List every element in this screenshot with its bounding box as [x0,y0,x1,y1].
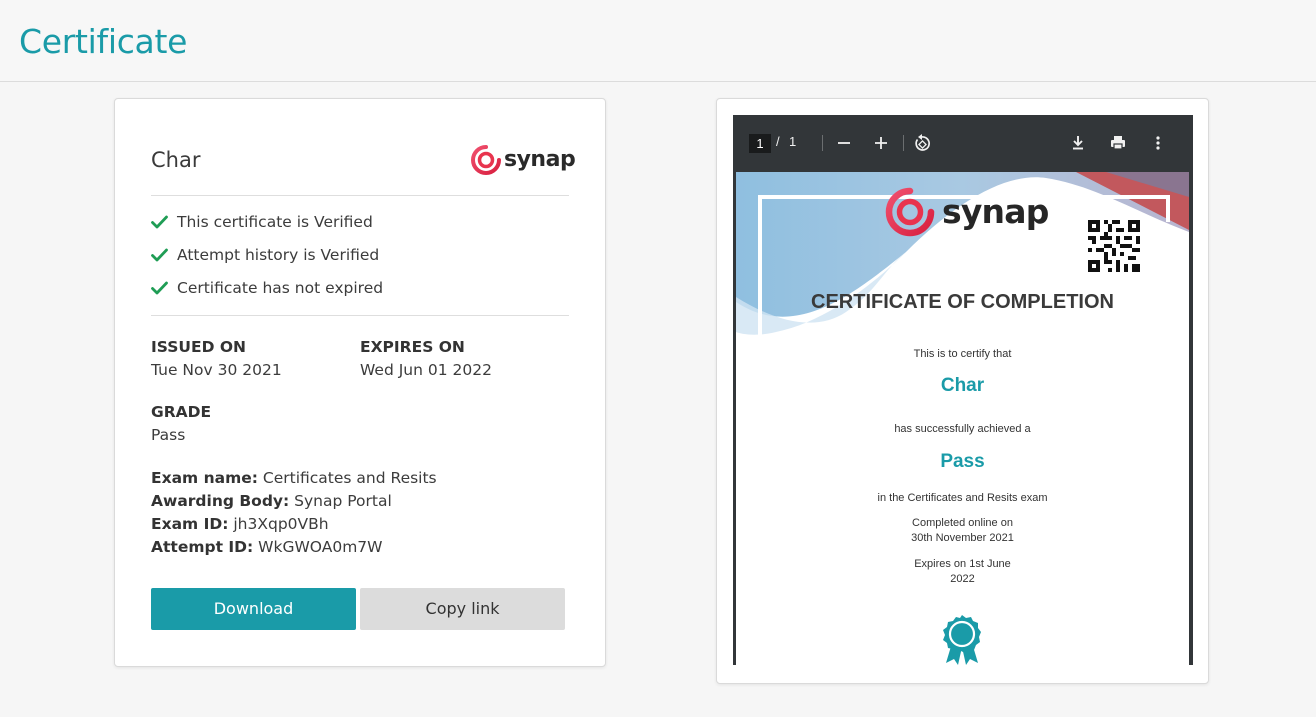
awarding-body-value: Synap Portal [294,492,392,510]
check-label: Attempt history is Verified [177,246,380,264]
exam-id-value: jh3Xqp0VBh [233,515,329,533]
toolbar-divider [903,135,904,151]
exam-text: in the Certificates and Resits exam [877,492,1048,504]
pdf-viewer[interactable]: 1 / 1 synap CERTIFICATE OF COMPLETION Th… [733,115,1193,665]
certificate-heading: CERTIFICATE OF COMPLETION [811,291,1114,313]
zoom-out-icon[interactable] [832,131,856,155]
certificate-page: synap CERTIFICATE OF COMPLETION This is … [736,172,1189,665]
attempt-id-row: Attempt ID: WkGWOA0m7W [151,538,382,556]
synap-logo: synap [471,143,576,177]
synap-logo-mark-icon [885,187,935,237]
toolbar-divider [822,135,823,151]
certificate-summary-card: Char synap This certificate is Verified … [114,98,606,667]
certificate-grade: Pass [940,451,985,472]
divider [151,195,569,196]
awarding-body-row: Awarding Body: Synap Portal [151,492,392,510]
check-icon [151,281,168,295]
completed-line-1: Completed online on [912,517,1013,529]
synap-logo-text: synap [504,147,576,172]
synap-logo-mark-icon [471,145,501,175]
check-icon [151,248,168,262]
expires-line-2: 2022 [950,573,975,585]
check-icon [151,215,168,229]
award-badge-icon [943,615,981,665]
awarding-body-label: Awarding Body: [151,492,290,510]
page-total: 1 [789,134,797,149]
expires-line-1: Expires on 1st June [914,558,1011,570]
certify-text: This is to certify that [913,348,1012,360]
more-vert-icon[interactable] [1146,131,1170,155]
page-separator: / [776,134,780,149]
header-bar: Certificate [0,0,1316,82]
page-number-input[interactable]: 1 [749,134,771,153]
grade-label: GRADE [151,403,212,421]
exam-id-label: Exam ID: [151,515,229,533]
issued-on-label: ISSUED ON [151,338,246,356]
copy-link-button[interactable]: Copy link [360,588,565,630]
download-icon[interactable] [1066,131,1090,155]
completed-line-2: 30th November 2021 [911,532,1014,544]
check-label: This certificate is Verified [177,213,373,231]
zoom-in-icon[interactable] [869,131,893,155]
qr-code-icon [1088,220,1140,272]
candidate-name: Char [151,148,201,172]
exam-name-value: Certificates and Resits [262,469,437,487]
attempt-id-value: WkGWOA0m7W [258,538,383,556]
certificate-recipient: Char [940,375,985,396]
exam-name-label: Exam name: [151,469,258,487]
pdf-toolbar: 1 / 1 [733,115,1193,172]
expires-on-label: EXPIRES ON [360,338,465,356]
divider [151,315,569,316]
exam-name-row: Exam name: Certificates and Resits [151,469,437,487]
attempt-id-label: Attempt ID: [151,538,254,556]
rotate-icon[interactable] [910,131,934,155]
grade-value: Pass [151,426,186,444]
certificate-logo-text: synap [942,192,1049,231]
certificate-preview-card: 1 / 1 synap CERTIFICATE OF COMPLETION Th… [716,98,1209,684]
certificate-synap-logo: synap [885,187,1049,237]
achieved-text: has successfully achieved a [894,423,1031,435]
check-label: Certificate has not expired [177,279,384,297]
page-title: Certificate [19,22,188,61]
exam-id-row: Exam ID: jh3Xqp0VBh [151,515,329,533]
print-icon[interactable] [1106,131,1130,155]
issued-on-value: Tue Nov 30 2021 [151,361,282,379]
expires-on-value: Wed Jun 01 2022 [360,361,492,379]
download-button[interactable]: Download [151,588,356,630]
